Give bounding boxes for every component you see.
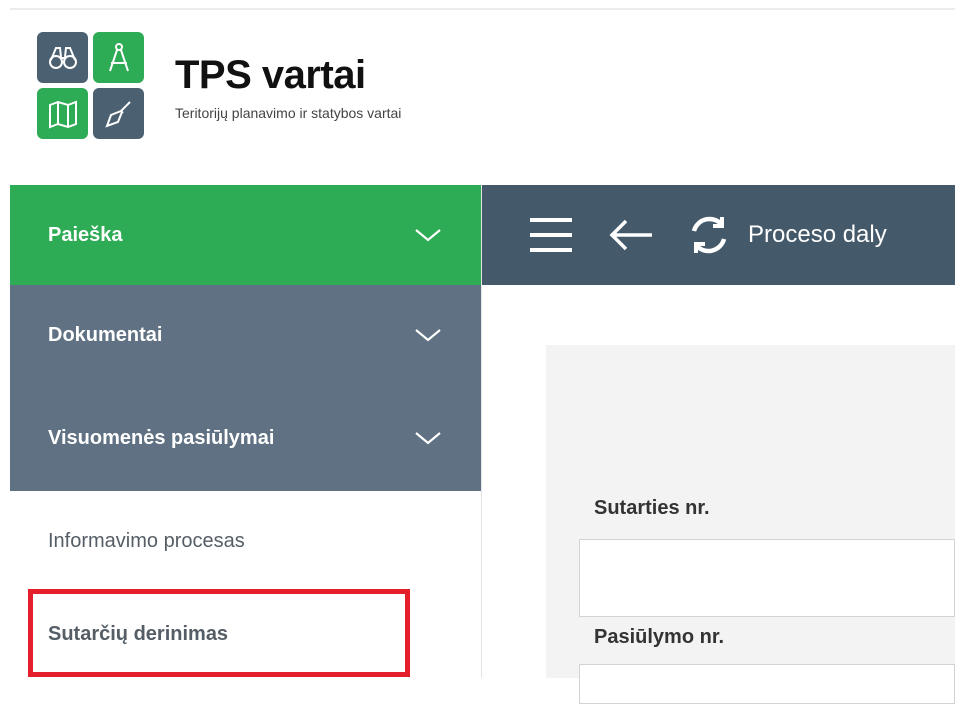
sidebar-item-label: Visuomenės pasiūlymai [48, 426, 275, 449]
sidebar-item-visuomenes-pasiulymai[interactable]: Visuomenės pasiūlymai [10, 385, 482, 491]
sidebar-item-dokumentai[interactable]: Dokumentai [10, 285, 482, 385]
refresh-icon [691, 216, 727, 254]
back-arrow-icon [609, 219, 652, 251]
sidebar: Paieška Dokumentai Visuomenės pasiūlymai… [10, 185, 482, 678]
refresh-button[interactable] [686, 212, 732, 258]
proposal-number-label: Pasiūlymo nr. [594, 626, 725, 648]
sidebar-item-paieska[interactable]: Paieška [10, 185, 482, 285]
chevron-down-icon [415, 229, 441, 242]
highlight-box [28, 589, 410, 677]
sidebar-item-label: Informavimo procesas [48, 529, 245, 552]
contract-number-label: Sutarties nr. [594, 497, 710, 519]
menu-icon [530, 218, 572, 252]
compass-icon [93, 32, 144, 83]
sidebar-item-label: Dokumentai [48, 323, 163, 346]
contract-number-input[interactable] [579, 539, 955, 617]
sidebar-item-label: Paieška [48, 223, 123, 246]
trowel-icon [93, 88, 144, 139]
site-subtitle: Teritorijų planavimo ir statybos vartai [175, 105, 402, 121]
chevron-down-icon [415, 432, 441, 445]
menu-button[interactable] [528, 212, 574, 258]
map-icon [37, 88, 88, 139]
chevron-down-icon [415, 329, 441, 342]
binoculars-icon [37, 32, 88, 83]
back-button[interactable] [606, 212, 656, 258]
top-divider [10, 8, 955, 10]
logo[interactable] [37, 32, 145, 140]
proposal-number-input[interactable] [579, 664, 955, 704]
toolbar: Proceso daly [482, 185, 955, 285]
site-title[interactable]: TPS vartai [175, 53, 366, 98]
sidebar-item-informavimo-procesas[interactable]: Informavimo procesas [10, 491, 482, 591]
page-title: Proceso daly [748, 221, 887, 248]
